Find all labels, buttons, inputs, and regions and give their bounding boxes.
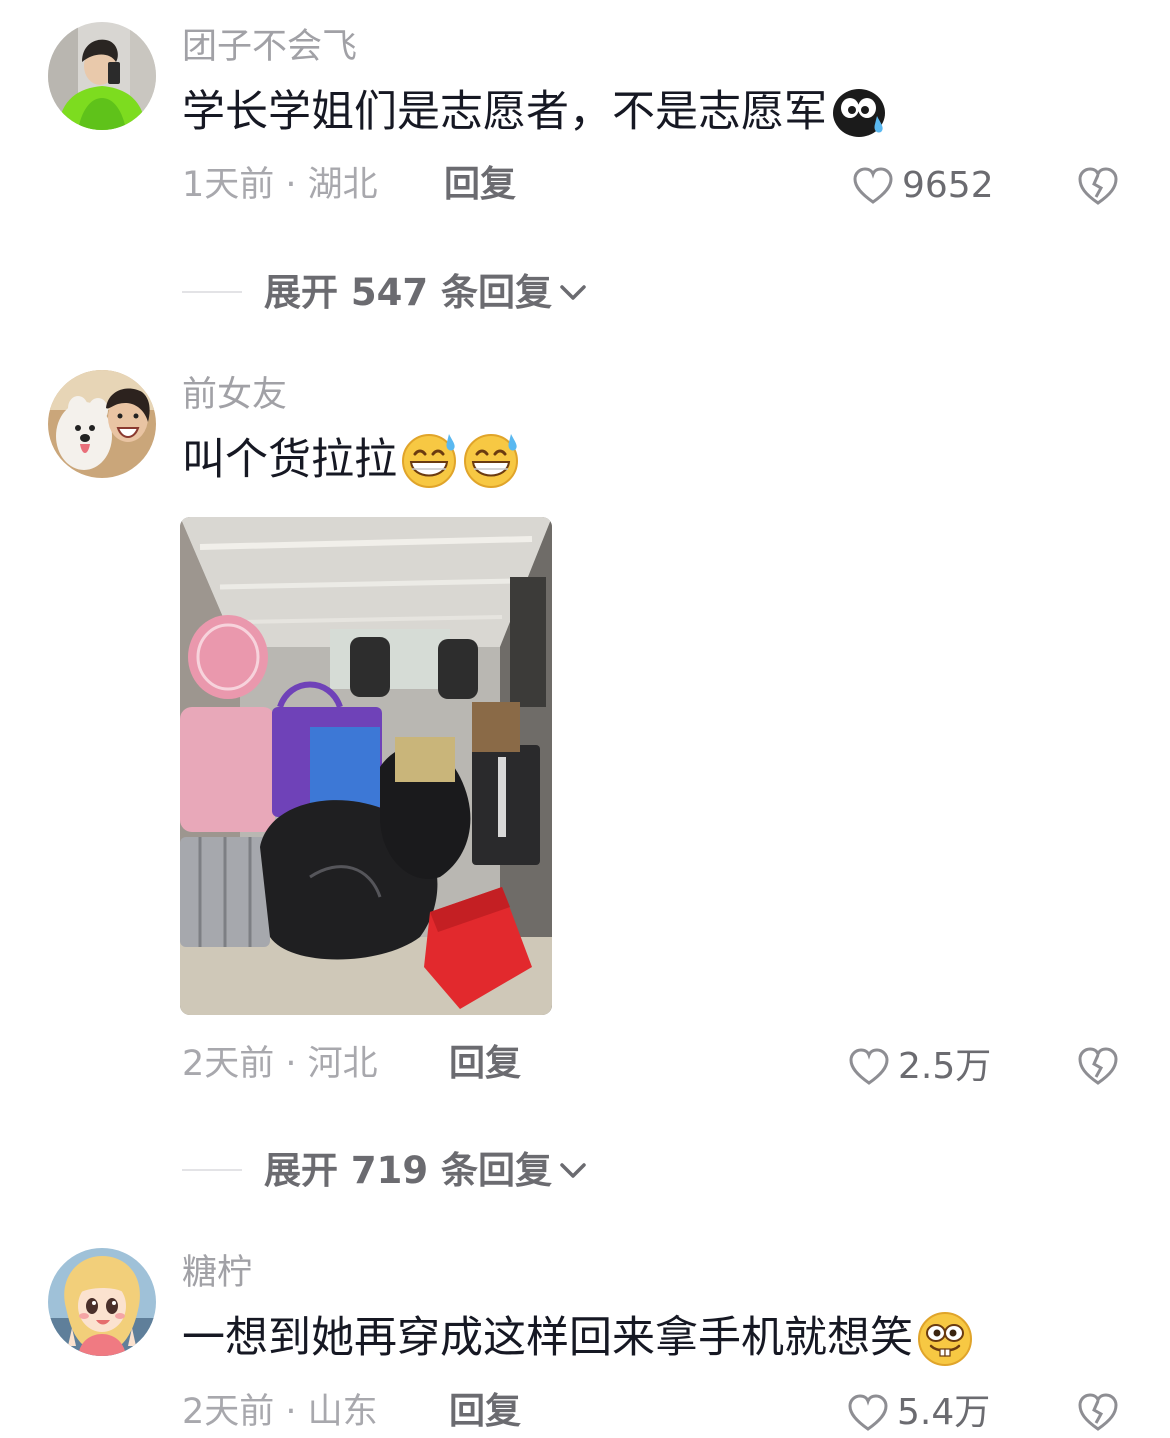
heart-outline-icon xyxy=(848,1394,888,1431)
like-button[interactable]: 5.4万 xyxy=(847,1391,990,1435)
username[interactable]: 糖柠 xyxy=(182,1256,252,1291)
comment-item: 糖柠 一想到她再穿成这样回来拿手机就想笑 2天前 · 山东 回复 5.4万 xyxy=(0,0,1170,1437)
comment-text-content: 一想到她再穿成这样回来拿手机就想笑 xyxy=(182,1312,913,1363)
like-count: 5.4万 xyxy=(897,1392,991,1433)
broken-heart-icon xyxy=(1078,1393,1118,1431)
avatar[interactable] xyxy=(48,1248,156,1356)
silly-buck-teeth-emoji xyxy=(915,1308,975,1368)
dislike-button[interactable] xyxy=(1076,1390,1120,1434)
time-location: 2天前 · 山东 xyxy=(182,1392,378,1432)
comment-text: 一想到她再穿成这样回来拿手机就想笑 xyxy=(182,1308,975,1368)
reply-button[interactable]: 回复 xyxy=(449,1394,521,1430)
